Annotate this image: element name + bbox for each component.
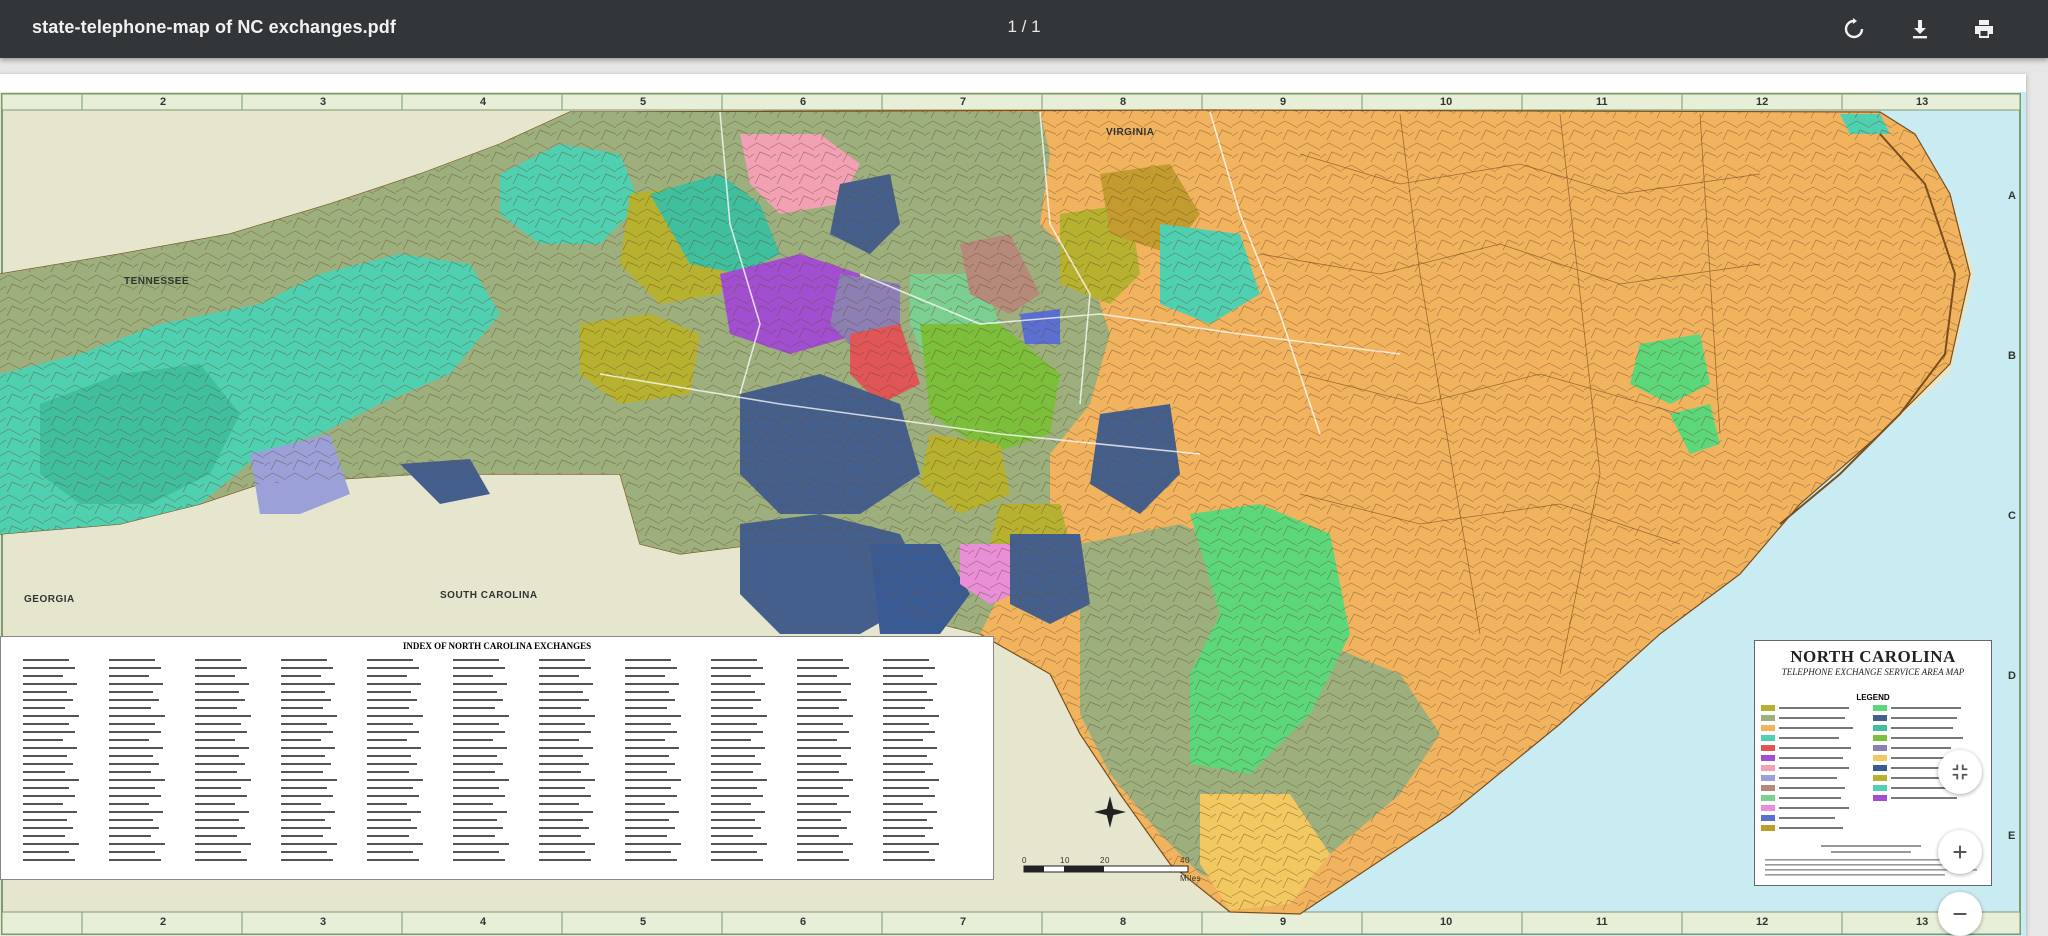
zoom-out-button[interactable]	[1938, 892, 1982, 936]
legend-heading: LEGEND	[1856, 693, 1890, 702]
label-south-carolina: SOUTH CAROLINA	[440, 590, 538, 601]
grid-column-label: 8	[1120, 96, 1127, 108]
scale-tick: 0	[1022, 856, 1027, 865]
document-title: state-telephone-map of NC exchanges.pdf	[32, 17, 396, 37]
grid-row-label: C	[2008, 510, 2016, 522]
legend-subtitle: TELEPHONE EXCHANGE SERVICE AREA MAP	[1781, 667, 1965, 677]
scale-tick: 40	[1180, 856, 1190, 865]
page-indicator: 1 / 1	[1007, 17, 1041, 36]
print-button[interactable]	[1968, 13, 2000, 45]
grid-column-label: 8	[1120, 916, 1127, 928]
grid-column-label: 12	[1756, 96, 1769, 108]
pdf-viewer-toolbar: state-telephone-map of NC exchanges.pdf …	[0, 0, 2048, 58]
exchange-index-panel: INDEX OF NORTH CAROLINA EXCHANGES	[0, 636, 994, 880]
grid-column-label: 9	[1280, 96, 1287, 108]
grid-column-label: 5	[640, 916, 647, 928]
scale-tick: 20	[1100, 856, 1110, 865]
grid-row-label: A	[2008, 190, 2016, 202]
index-title: INDEX OF NORTH CAROLINA EXCHANGES	[402, 641, 592, 651]
grid-column-label: 11	[1596, 916, 1608, 928]
grid-column-label: 13	[1916, 916, 1929, 928]
label-tennessee: TENNESSEE	[124, 276, 190, 287]
print-icon	[1975, 20, 1993, 38]
fit-to-page-icon	[1952, 764, 1968, 780]
rotate-button[interactable]	[1838, 13, 1870, 45]
zoom-in-icon	[1953, 845, 1967, 859]
grid-column-label: 2	[160, 96, 167, 108]
scale-tick: 10	[1060, 856, 1070, 865]
grid-column-label: 3	[320, 916, 327, 928]
index-text-columns	[23, 659, 939, 861]
pdf-page: 2 3 4 5 6 7 8 9 10 11 12 13 2 3 4 5 6 7 …	[0, 74, 2026, 936]
grid-column-label: 11	[1596, 96, 1608, 108]
zoom-out-icon	[1953, 912, 1967, 916]
grid-column-label: 13	[1916, 96, 1929, 108]
grid-column-label: 9	[1280, 916, 1287, 928]
rotate-icon	[1844, 18, 1864, 39]
download-icon	[1913, 20, 1927, 39]
zoom-in-button[interactable]	[1938, 830, 1982, 874]
grid-column-label: 2	[160, 916, 167, 928]
scale-unit: Miles	[1180, 874, 1202, 883]
grid-column-label: 3	[320, 96, 327, 108]
grid-row-label: B	[2008, 350, 2016, 362]
grid-column-label: 4	[480, 916, 487, 928]
legend-title: NORTH CAROLINA	[1790, 647, 1956, 666]
download-button[interactable]	[1904, 13, 1936, 45]
grid-column-label: 4	[480, 96, 487, 108]
grid-column-label: 6	[800, 916, 807, 928]
grid-column-label: 6	[800, 96, 807, 108]
grid-row-label: E	[2008, 830, 2016, 842]
document-viewport[interactable]: 2 3 4 5 6 7 8 9 10 11 12 13 2 3 4 5 6 7 …	[0, 58, 2048, 936]
grid-row-label: D	[2008, 670, 2016, 682]
fit-to-page-button[interactable]	[1938, 750, 1982, 794]
grid-column-label: 7	[960, 916, 967, 928]
grid-column-label: 10	[1440, 96, 1453, 108]
scale-bar	[1023, 865, 1189, 873]
grid-column-label: 5	[640, 96, 647, 108]
grid-column-label: 10	[1440, 916, 1453, 928]
label-georgia: GEORGIA	[24, 594, 75, 605]
label-virginia: VIRGINIA	[1106, 127, 1155, 138]
grid-column-label: 7	[960, 96, 967, 108]
grid-column-label: 12	[1756, 916, 1769, 928]
